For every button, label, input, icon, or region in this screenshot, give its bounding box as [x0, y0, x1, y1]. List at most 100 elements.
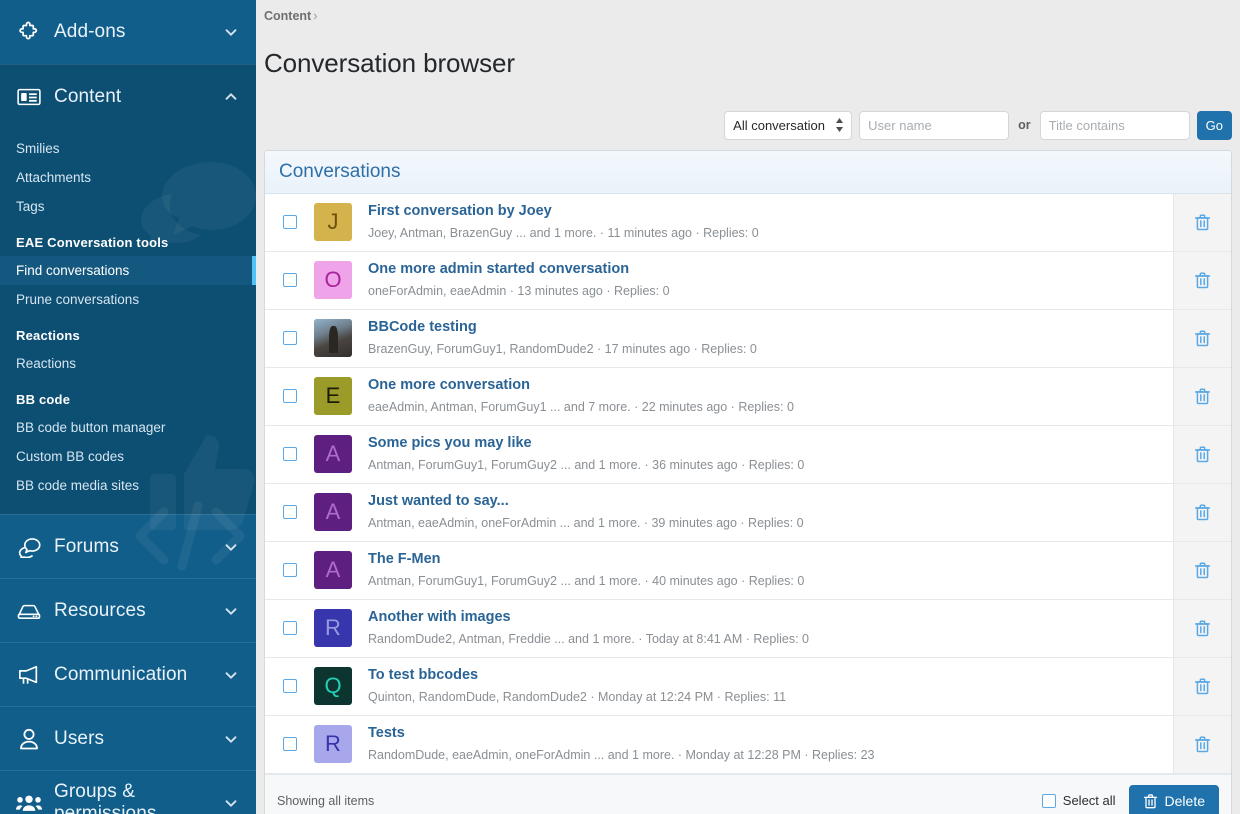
delete-button[interactable]: Delete — [1129, 785, 1219, 814]
select-all-checkbox[interactable] — [1042, 794, 1056, 808]
conversation-title-link[interactable]: The F-Men — [368, 550, 1163, 570]
sidebar-item-smilies[interactable]: Smilies — [0, 134, 256, 163]
avatar — [314, 319, 352, 357]
go-button[interactable]: Go — [1197, 111, 1232, 140]
sidebar-group-header-forums[interactable]: Forums — [0, 514, 256, 578]
user-name-input[interactable] — [859, 111, 1009, 140]
conversation-title-link[interactable]: First conversation by Joey — [368, 202, 1163, 222]
select-all-control[interactable]: Select all — [1042, 793, 1116, 808]
breadcrumb-item-content[interactable]: Content — [264, 9, 311, 23]
row-checkbox[interactable] — [283, 505, 297, 519]
table-row: QTo test bbcodesQuinton, RandomDude, Ran… — [265, 658, 1231, 716]
row-delete-button[interactable] — [1173, 310, 1231, 367]
sidebar-group-header-add-ons[interactable]: Add-ons — [0, 0, 256, 64]
sidebar-group-resources[interactable]: Resources — [0, 578, 256, 642]
conversation-title-link[interactable]: Some pics you may like — [368, 434, 1163, 454]
row-checkbox-cell — [265, 368, 314, 425]
conversation-title-link[interactable]: Tests — [368, 724, 1163, 744]
sidebar-group-header-users[interactable]: Users — [0, 706, 256, 770]
conversation-title-link[interactable]: One more conversation — [368, 376, 1163, 396]
conversation-filter-select[interactable]: All conversations — [724, 111, 852, 140]
row-avatar-cell: O — [314, 252, 368, 309]
avatar: E — [314, 377, 352, 415]
trash-icon — [1194, 735, 1211, 753]
select-all-label: Select all — [1063, 793, 1116, 808]
row-checkbox[interactable] — [283, 563, 297, 577]
row-checkbox[interactable] — [283, 679, 297, 693]
row-delete-button[interactable] — [1173, 542, 1231, 599]
avatar: A — [314, 551, 352, 589]
sidebar-group-groups-permissions[interactable]: Groups & permissions — [0, 770, 256, 814]
row-main-cell: Some pics you may like Antman, ForumGuy1,… — [368, 426, 1173, 483]
row-avatar-cell: J — [314, 194, 368, 251]
chevron-down-icon — [222, 666, 240, 684]
sidebar-item-tags[interactable]: Tags — [0, 192, 256, 221]
row-avatar-cell: R — [314, 716, 368, 773]
trash-icon — [1143, 793, 1158, 809]
sidebar-group-content[interactable]: Content — [0, 64, 256, 514]
sidebar-item-custom-bb-codes[interactable]: Custom BB codes — [0, 442, 256, 471]
sidebar-group-header-communication[interactable]: Communication — [0, 642, 256, 706]
row-main-cell: TestsRandomDude, eaeAdmin, oneForAdmin .… — [368, 716, 1173, 773]
sidebar-item-prune-conversations[interactable]: Prune conversations — [0, 285, 256, 314]
row-delete-button[interactable] — [1173, 252, 1231, 309]
trash-icon — [1194, 677, 1211, 695]
row-delete-button[interactable] — [1173, 368, 1231, 425]
row-checkbox[interactable] — [283, 331, 297, 345]
row-delete-button[interactable] — [1173, 484, 1231, 541]
row-checkbox[interactable] — [283, 737, 297, 751]
sidebar-item-find-conversations[interactable]: Find conversations — [0, 256, 256, 285]
sidebar-group-header-resources[interactable]: Resources — [0, 578, 256, 642]
conversation-title-link[interactable]: Another with images — [368, 608, 1163, 628]
conversation-meta: Antman, ForumGuy1, ForumGuy2 ... and 1 m… — [368, 456, 1163, 474]
row-avatar-cell: A — [314, 426, 368, 483]
sidebar-group-header-groups-permissions[interactable]: Groups & permissions — [0, 770, 256, 814]
row-checkbox[interactable] — [283, 621, 297, 635]
row-delete-button[interactable] — [1173, 600, 1231, 657]
row-main-cell: BBCode testingBrazenGuy, ForumGuy1, Rand… — [368, 310, 1173, 367]
table-row: BBCode testingBrazenGuy, ForumGuy1, Rand… — [265, 310, 1231, 368]
sidebar-group-add-ons[interactable]: Add-ons — [0, 0, 256, 64]
conversation-meta: Antman, ForumGuy1, ForumGuy2 ... and 1 m… — [368, 572, 1163, 590]
row-main-cell: One more conversation eaeAdmin, Antman, F… — [368, 368, 1173, 425]
trash-icon — [1194, 213, 1211, 231]
admin-sidebar: Add-ons Content — [0, 0, 256, 814]
conversation-title-link[interactable]: Just wanted to say... — [368, 492, 1163, 512]
megaphone-icon — [16, 662, 42, 688]
row-checkbox[interactable] — [283, 215, 297, 229]
row-delete-button[interactable] — [1173, 658, 1231, 715]
or-label: or — [1016, 118, 1033, 132]
title-contains-input[interactable] — [1040, 111, 1190, 140]
avatar: A — [314, 493, 352, 531]
conversation-meta: eaeAdmin, Antman, ForumGuy1 ... and 7 mo… — [368, 398, 1163, 416]
sidebar-item-bb-code-button-manager[interactable]: BB code button manager — [0, 413, 256, 442]
sidebar-group-forums[interactable]: Forums — [0, 514, 256, 578]
content-icon — [16, 84, 42, 110]
breadcrumb: Content› — [256, 0, 1232, 23]
sidebar-group-header-content[interactable]: Content — [0, 64, 256, 128]
row-checkbox[interactable] — [283, 273, 297, 287]
sidebar-item-bb-code-media-sites[interactable]: BB code media sites — [0, 471, 256, 500]
row-avatar-cell — [314, 310, 368, 367]
group-icon — [16, 790, 42, 814]
table-row: JFirst conversation by JoeyJoey, Antman,… — [265, 194, 1231, 252]
row-delete-button[interactable] — [1173, 194, 1231, 251]
conversation-title-link[interactable]: To test bbcodes — [368, 666, 1163, 686]
row-delete-button[interactable] — [1173, 716, 1231, 773]
sidebar-group-label: Add-ons — [54, 21, 222, 43]
conversation-title-link[interactable]: BBCode testing — [368, 318, 1163, 338]
avatar-initial: R — [325, 615, 341, 641]
sidebar-item-attachments[interactable]: Attachments — [0, 163, 256, 192]
chevron-down-icon — [222, 794, 240, 812]
sidebar-group-users[interactable]: Users — [0, 706, 256, 770]
showing-status: Showing all items — [277, 794, 1042, 808]
avatar-photo — [314, 319, 352, 357]
conversation-title-link[interactable]: One more admin started conversation — [368, 260, 1163, 280]
sidebar-item-reactions[interactable]: Reactions — [0, 349, 256, 378]
row-checkbox[interactable] — [283, 389, 297, 403]
row-avatar-cell: Q — [314, 658, 368, 715]
row-delete-button[interactable] — [1173, 426, 1231, 483]
row-checkbox[interactable] — [283, 447, 297, 461]
conversations-block: Conversations JFirst conversation by Joe… — [264, 150, 1232, 814]
sidebar-group-communication[interactable]: Communication — [0, 642, 256, 706]
